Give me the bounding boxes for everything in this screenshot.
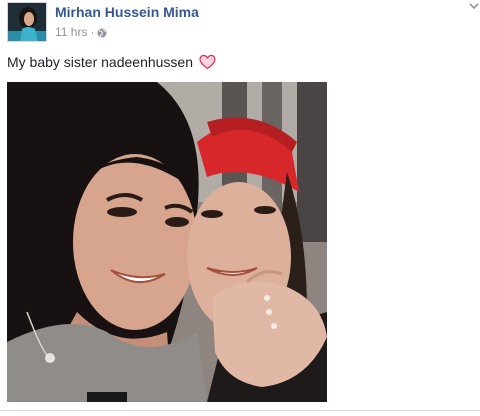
globe-icon[interactable] [97,27,107,38]
author-avatar[interactable] [7,2,47,42]
avatar-image [8,3,46,41]
post-photo[interactable] [7,82,327,402]
photo-image [7,82,327,402]
meta-separator: · [90,25,95,39]
feed-post: Mirhan Hussein Mima 11 hrs · My baby sis… [0,0,480,416]
caption-text: My baby sister nadeenhussen [7,54,193,70]
timestamp-link[interactable]: 11 hrs [55,25,87,39]
post-caption: My baby sister nadeenhussen [7,54,216,70]
post-divider [0,410,480,411]
heart-emoji-icon [199,54,216,70]
chevron-down-icon[interactable] [468,0,480,12]
post-meta: 11 hrs · [55,25,107,39]
author-name-link[interactable]: Mirhan Hussein Mima [55,4,199,20]
